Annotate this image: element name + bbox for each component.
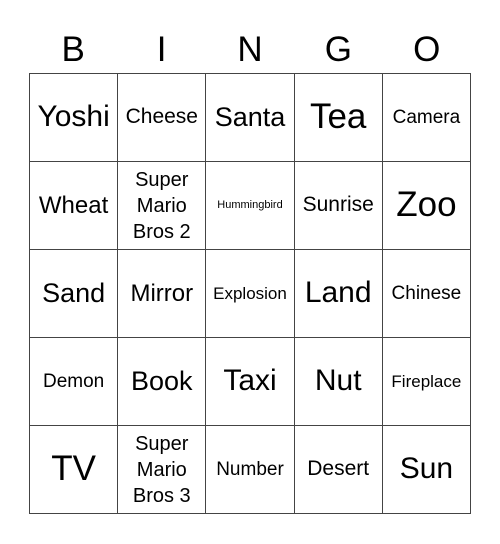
bingo-cell[interactable]: Super Mario Bros 3 [118,426,207,514]
bingo-cell[interactable]: Sun [382,426,471,514]
bingo-cell[interactable]: Sand [30,250,119,338]
bingo-cell[interactable]: Book [118,338,207,426]
bingo-cell[interactable]: Demon [30,338,119,426]
bingo-cell[interactable]: TV [30,426,119,514]
bingo-cell[interactable]: Nut [294,338,383,426]
bingo-cell[interactable]: Yoshi [30,74,119,162]
bingo-header: B I N G O [29,28,471,72]
bingo-cell[interactable]: Sunrise [294,162,383,250]
bingo-cell[interactable]: Chinese [382,250,471,338]
bingo-cell[interactable]: Super Mario Bros 2 [118,162,207,250]
bingo-cell[interactable]: Hummingbird [206,162,295,250]
header-letter-b: B [61,30,85,69]
bingo-cell[interactable]: Explosion [206,250,295,338]
header-letter-n: N [237,30,263,69]
bingo-cell[interactable]: Wheat [30,162,119,250]
bingo-cell[interactable]: Desert [294,426,383,514]
bingo-cell[interactable]: Santa [206,74,295,162]
bingo-cell[interactable]: Cheese [118,74,207,162]
bingo-cell[interactable]: Tea [294,74,383,162]
bingo-cell[interactable]: Land [294,250,383,338]
bingo-cell[interactable]: Number [206,426,295,514]
bingo-cell[interactable]: Fireplace [382,338,471,426]
header-letter-i: I [156,30,167,69]
bingo-cell[interactable]: Camera [382,74,471,162]
bingo-cell[interactable]: Mirror [118,250,207,338]
bingo-grid: Yoshi Cheese Santa Tea Camera Wheat Supe… [29,73,471,514]
header-letter-o: O [413,30,441,69]
bingo-cell[interactable]: Taxi [206,338,295,426]
bingo-cell[interactable]: Zoo [382,162,471,250]
header-letter-g: G [324,30,352,69]
